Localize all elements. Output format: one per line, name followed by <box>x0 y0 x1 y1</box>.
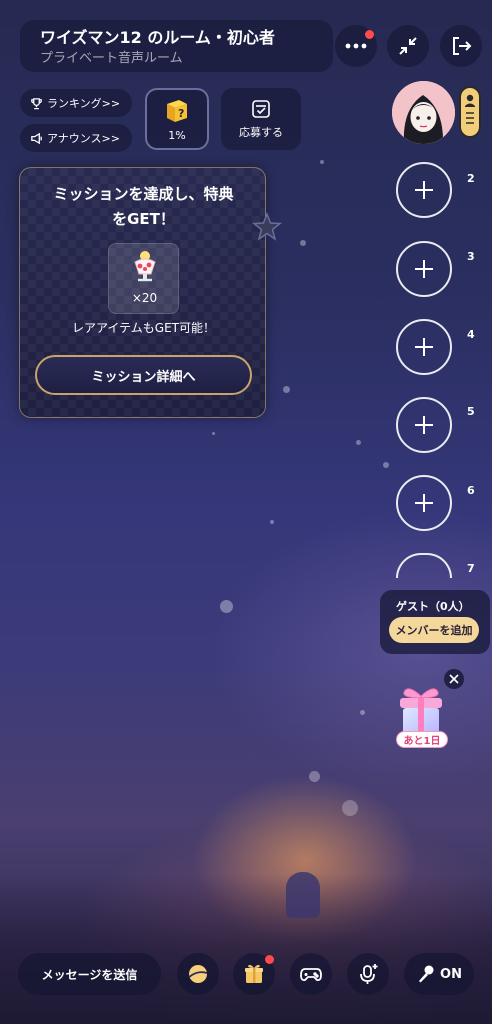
gift-button[interactable] <box>233 953 275 995</box>
character-silhouette <box>286 872 320 918</box>
megaphone-icon <box>31 132 42 144</box>
reward-item-count: ×20 <box>131 291 158 305</box>
mystery-box-progress: 1% <box>168 128 186 142</box>
host-badge <box>459 86 481 138</box>
star-icon <box>252 212 282 241</box>
plus-icon <box>415 416 433 434</box>
announce-label: アナウンス>> <box>47 132 120 145</box>
mission-title: ミッションを達成し、特典 をGET！ <box>53 185 234 228</box>
gamepad-icon <box>300 968 322 982</box>
collapse-button[interactable] <box>387 25 429 67</box>
mic-state-label: ON <box>440 966 462 982</box>
room-header[interactable]: ワイズマン12 のルーム・初心者 プライベート音声ルーム <box>20 20 333 72</box>
more-icon <box>345 43 367 49</box>
seat-number: 6 <box>467 484 475 497</box>
plus-icon <box>415 338 433 356</box>
add-member-button[interactable]: メンバーを追加 <box>389 617 479 643</box>
plus-icon <box>415 494 433 512</box>
host-avatar[interactable] <box>392 81 455 144</box>
seat-number: 7 <box>467 562 475 575</box>
microphone-icon <box>419 965 434 983</box>
ranking-button[interactable]: ランキング>> <box>20 89 133 117</box>
notification-dot <box>265 955 274 964</box>
seat-7[interactable] <box>396 553 452 578</box>
seat-6[interactable] <box>396 475 452 531</box>
ranking-label: ランキング>> <box>47 97 121 110</box>
person-icon <box>465 94 475 124</box>
more-button[interactable] <box>335 25 377 67</box>
gift-icon <box>245 964 263 983</box>
exit-icon <box>453 37 472 55</box>
seat-3[interactable] <box>396 241 452 297</box>
apply-label: 応募する <box>239 126 283 139</box>
game-button[interactable] <box>290 953 332 995</box>
collapse-icon <box>399 37 417 55</box>
trophy-icon <box>31 97 42 109</box>
seat-number: 2 <box>467 172 475 185</box>
mission-note: レアアイテムもGET可能！ <box>71 321 215 335</box>
mic-add-button[interactable] <box>347 953 389 995</box>
gift-close-button[interactable] <box>444 669 464 689</box>
reward-item-tile: ×20 <box>108 243 179 314</box>
close-icon <box>449 674 459 684</box>
mic-plus-icon <box>360 964 378 984</box>
mystery-box-icon: ? <box>167 99 187 122</box>
plus-icon <box>415 181 433 199</box>
landscape-ground <box>0 874 492 1024</box>
seat-5[interactable] <box>396 397 452 453</box>
ticket-icon <box>252 100 270 118</box>
guest-count-label: ゲスト（0人） <box>396 600 470 613</box>
mystery-box-button[interactable]: ? 1% <box>145 88 209 150</box>
apply-button[interactable]: 応募する <box>221 88 301 150</box>
mission-details-button[interactable]: ミッション詳細へ <box>35 355 252 395</box>
room-subtitle: プライベート音声ルーム <box>40 51 183 66</box>
seat-2[interactable] <box>396 162 452 218</box>
seat-number: 4 <box>467 328 475 341</box>
notification-dot <box>365 30 374 39</box>
guest-panel: ゲスト（0人） メンバーを追加 <box>380 590 490 654</box>
seat-number: 5 <box>467 405 475 418</box>
planet-icon <box>188 965 208 983</box>
parfait-icon <box>134 251 156 282</box>
exit-button[interactable] <box>440 25 482 67</box>
plus-icon <box>415 260 433 278</box>
seat-number: 3 <box>467 250 475 263</box>
mission-card: ミッションを達成し、特典 をGET！ ×20 レアアイテムもGET可能！ ミッシ… <box>19 167 282 418</box>
announce-button[interactable]: アナウンス>> <box>20 124 132 152</box>
room-title: ワイズマン12 のルーム・初心者 <box>40 28 275 47</box>
send-message-button[interactable]: メッセージを送信 <box>18 953 161 995</box>
mic-toggle[interactable]: ON <box>404 953 474 995</box>
svg-text:?: ? <box>178 107 184 120</box>
emoji-button[interactable] <box>177 953 219 995</box>
host-avatar-image <box>392 81 455 144</box>
gift-countdown-badge: あと1日 <box>396 731 448 748</box>
seat-4[interactable] <box>396 319 452 375</box>
